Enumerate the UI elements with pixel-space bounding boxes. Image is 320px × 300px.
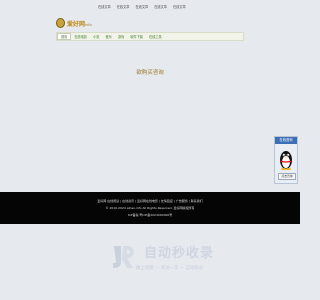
qq-penguin-icon[interactable] [279,148,293,170]
nav-item-home[interactable]: 首页 [57,33,72,40]
logo-title: 爱好网 [67,20,86,28]
watermark-logo-icon [113,246,134,268]
site-footer: 爱好网 在线阅读 | 在线资讯 | 爱好网在线电影 | 友情链接 | 广告服务 … [0,192,300,224]
main-nav: 首页 在线电影 小说 音乐 游戏 软件下载 在线工具 [56,32,244,41]
top-link-5[interactable]: 在线文章 [173,4,186,9]
logo-text: 爱好网info [67,19,92,28]
top-link-3[interactable]: 在线文章 [136,4,149,9]
purchase-notice: 欲购买咨询 [136,70,164,76]
footer-line-3: ICP备案 粤ICP备2024000000号 [127,213,173,217]
top-link-1[interactable]: 在线文章 [98,4,111,9]
consult-title: 在线咨询 [275,137,297,144]
consult-button[interactable]: 点击咨询 [278,173,296,180]
top-links: 在线文章 在线文章 在线文章 在线文章 在线文章 [98,4,186,9]
footer-line-2: © 2010-2024 aihao.info All Rights Reserv… [105,206,195,210]
top-link-2[interactable]: 在线文章 [117,4,130,9]
nav-item-games[interactable]: 游戏 [115,34,127,39]
footer-line-1: 爱好网 在线阅读 | 在线资讯 | 爱好网在线电影 | 友情链接 | 广告服务 … [97,199,203,203]
nav-item-novels[interactable]: 小说 [90,34,102,39]
nav-item-tools[interactable]: 在线工具 [146,34,165,39]
logo-icon [56,18,65,28]
logo-small: info [85,22,92,27]
site-logo[interactable]: 爱好网info [56,18,92,28]
watermark-title: 自动秒收录 [144,246,215,261]
top-link-4[interactable]: 在线文章 [154,4,167,9]
watermark-subtitle: 做上链接 — 来访一次 — 自动收录 [136,266,204,271]
nav-item-music[interactable]: 音乐 [103,34,115,39]
nav-item-software[interactable]: 软件下载 [127,34,146,39]
consult-widget: 在线咨询 点击咨询 [274,136,298,184]
nav-item-movies[interactable]: 在线电影 [71,34,90,39]
